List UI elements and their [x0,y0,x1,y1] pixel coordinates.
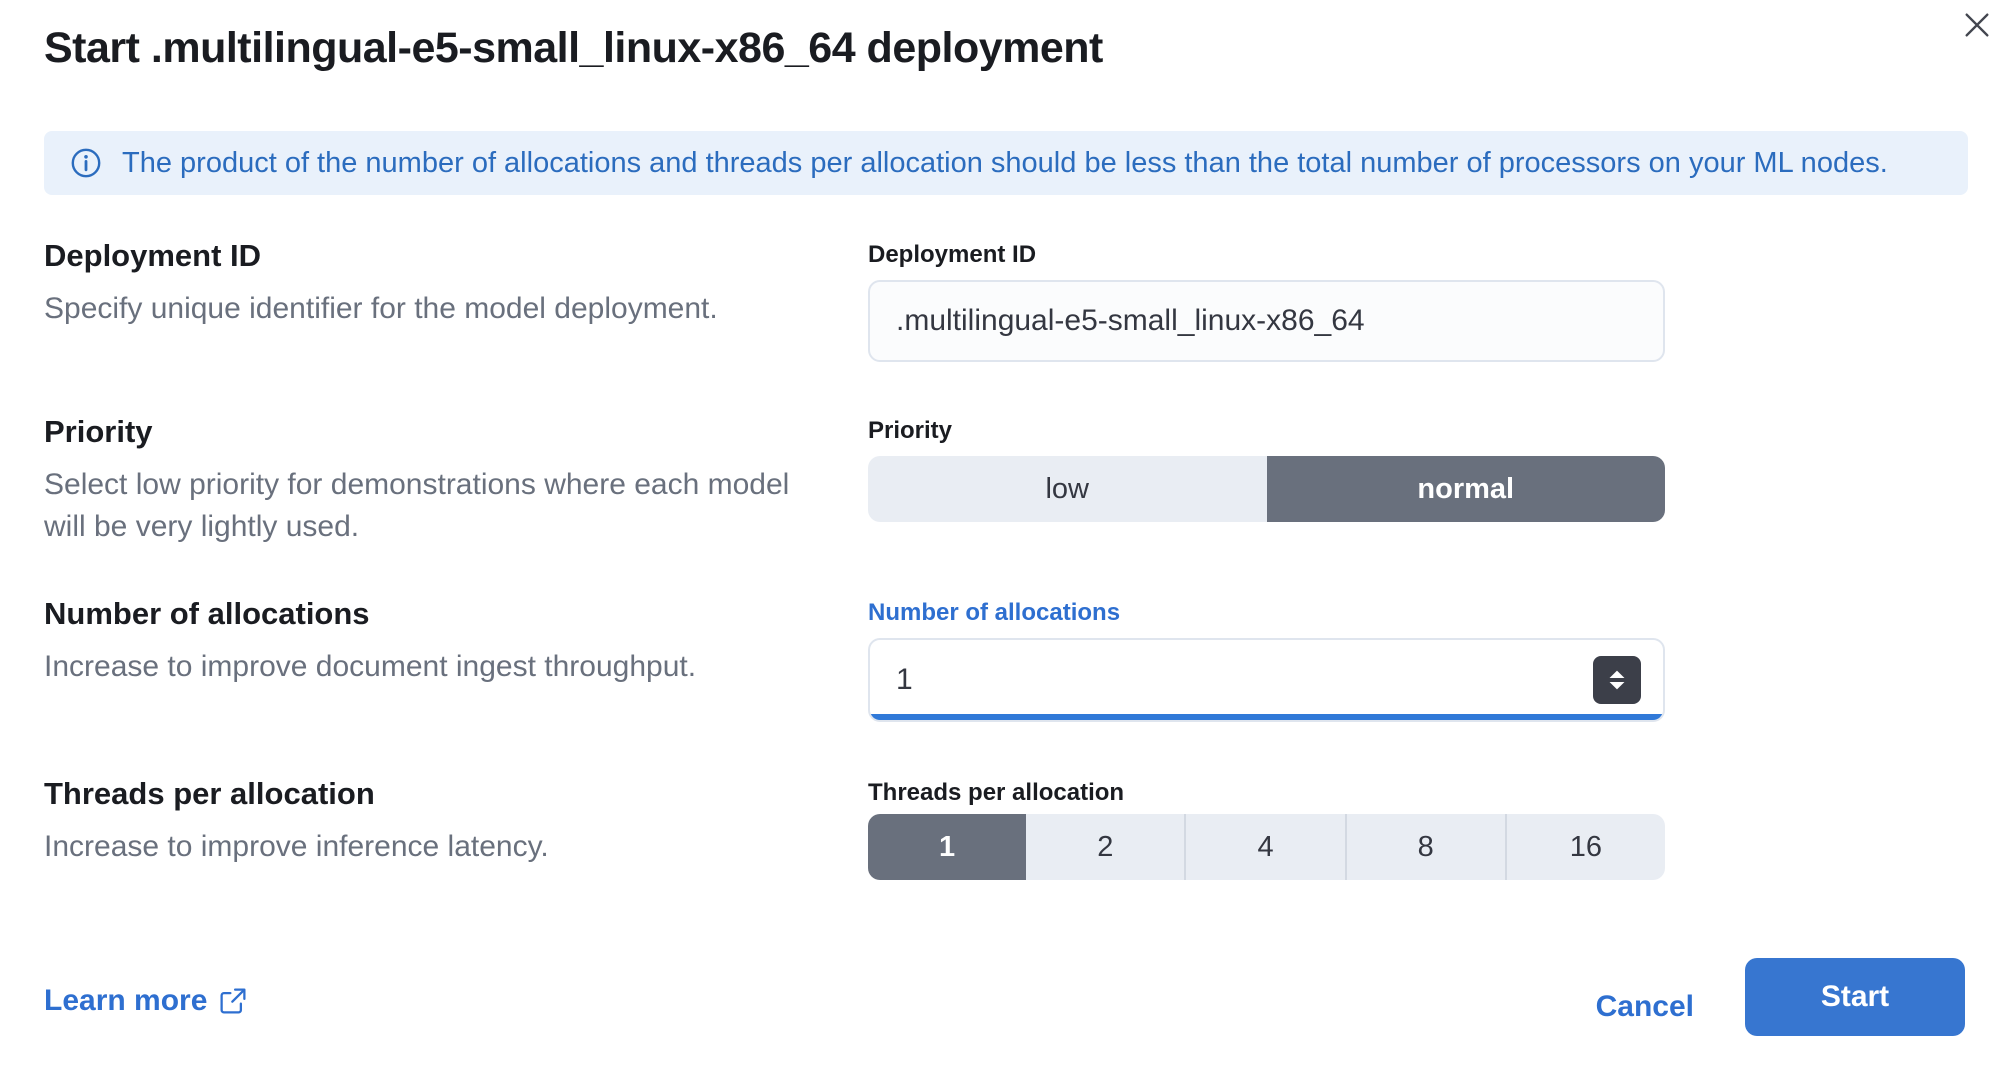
form-row-priority: Priority Select low priority for demonst… [44,412,1968,594]
external-link-icon [219,987,247,1015]
modal-title: Start .multilingual-e5-small_linux-x86_6… [44,22,1103,74]
threads-option-1[interactable]: 1 [868,814,1026,880]
threads-button-group: 1 2 4 8 16 [868,814,1665,880]
form-row-deployment-id: Deployment ID Specify unique identifier … [44,236,1968,412]
allocations-heading: Number of allocations [44,594,804,634]
deployment-id-description: Specify unique identifier for the model … [44,288,834,330]
threads-option-8[interactable]: 8 [1345,814,1505,880]
form-row-allocations: Number of allocations Increase to improv… [44,594,1968,774]
priority-heading: Priority [44,412,804,452]
allocations-description: Increase to improve document ingest thro… [44,646,834,688]
threads-option-4[interactable]: 4 [1184,814,1344,880]
allocations-field [868,638,1665,722]
info-icon [70,147,102,179]
deployment-id-input[interactable] [868,280,1665,362]
deployment-id-field-label: Deployment ID [868,240,1036,270]
close-button[interactable] [1958,6,1996,44]
deployment-id-heading: Deployment ID [44,236,804,276]
priority-option-normal[interactable]: normal [1267,456,1666,522]
form-row-threads: Threads per allocation Increase to impro… [44,774,1968,914]
priority-button-group: low normal [868,456,1665,522]
callout-text: The product of the number of allocations… [122,147,1888,180]
threads-field-label: Threads per allocation [868,778,1124,808]
allocations-stepper[interactable] [1593,656,1641,704]
number-stepper-icon [1604,667,1630,693]
priority-description: Select low priority for demonstrations w… [44,464,834,548]
learn-more-link[interactable]: Learn more [44,984,247,1018]
focus-underline [870,714,1663,720]
allocations-input[interactable] [870,640,1663,720]
threads-heading: Threads per allocation [44,774,804,814]
threads-option-16[interactable]: 16 [1505,814,1665,880]
priority-field-label: Priority [868,416,952,446]
close-icon [1962,10,1992,40]
learn-more-label: Learn more [44,984,207,1018]
threads-option-2[interactable]: 2 [1026,814,1184,880]
priority-option-low[interactable]: low [868,456,1267,522]
start-button[interactable]: Start [1745,958,1965,1036]
info-callout: The product of the number of allocations… [44,131,1968,195]
allocations-field-label: Number of allocations [868,598,1120,628]
start-deployment-modal: Start .multilingual-e5-small_linux-x86_6… [0,0,2012,1078]
cancel-button[interactable]: Cancel [1596,990,1694,1024]
threads-description: Increase to improve inference latency. [44,826,834,868]
